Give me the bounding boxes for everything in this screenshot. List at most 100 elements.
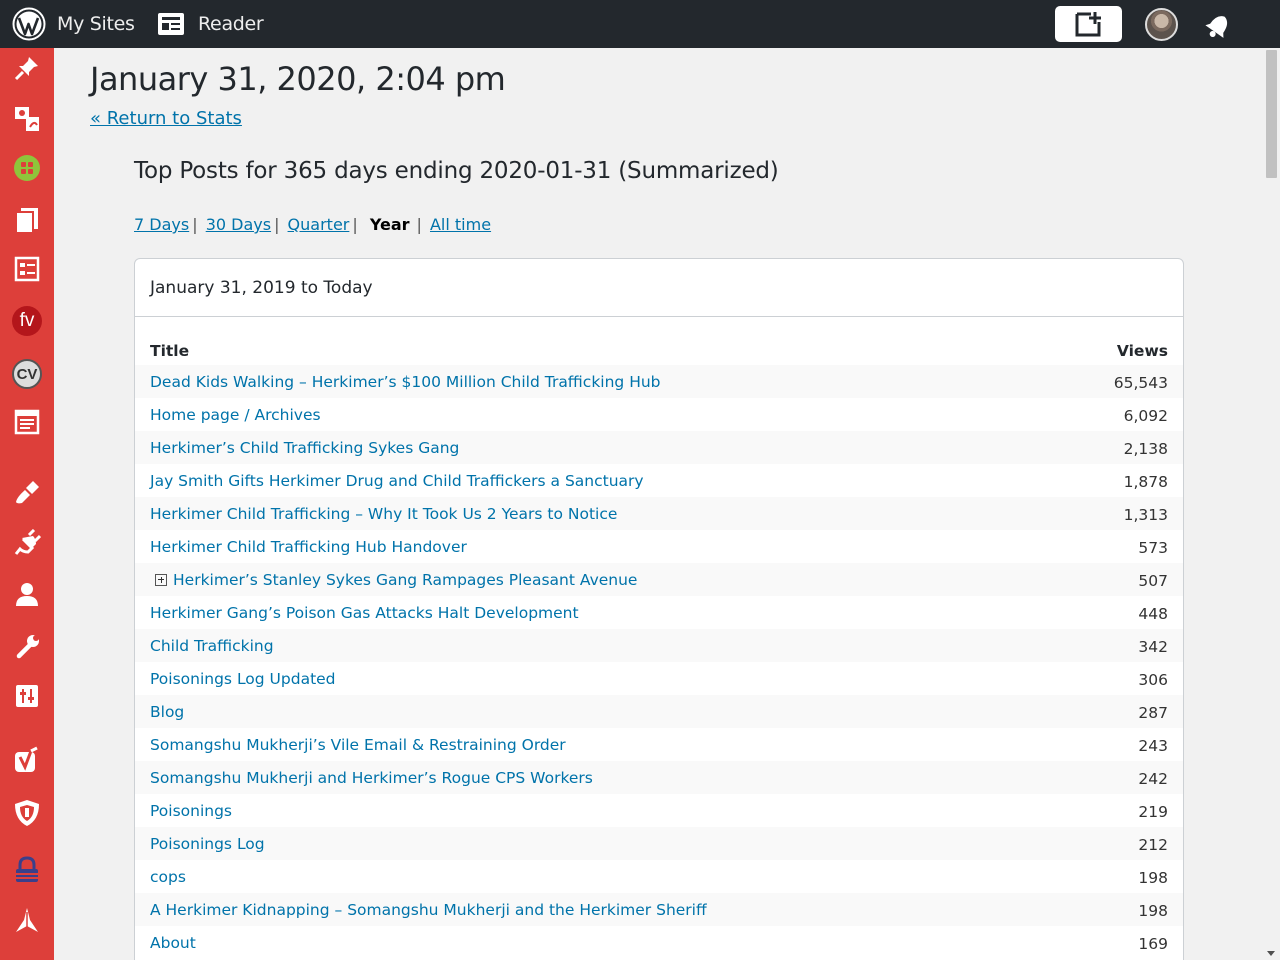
period-7-days-link[interactable]: 7 Days [134,215,189,234]
reader-link[interactable]: Reader [198,0,264,48]
post-title-link[interactable]: Blog [150,703,184,721]
post-title-link[interactable]: Herkimer Gang’s Poison Gas Attacks Halt … [150,604,579,622]
tools-menu-item[interactable] [0,626,54,666]
admin-bar: My Sites Reader [0,0,1280,48]
admin-sidebar: fv CV [0,48,54,960]
users-icon [16,583,38,606]
new-post-button[interactable] [1055,6,1122,42]
new-post-icon [1075,12,1101,37]
post-title-link[interactable]: Somangshu Mukherji’s Vile Email & Restra… [150,736,566,754]
main-content: January 31, 2020, 2:04 pm « Return to St… [54,48,1263,960]
post-views-cell: 306 [1138,670,1168,689]
period-separator: | [192,215,198,234]
collapse-menu-item[interactable] [0,900,54,940]
post-title-link[interactable]: Child Trafficking [150,637,274,655]
vertical-scrollbar[interactable] [1263,48,1280,960]
lock-menu-item[interactable] [0,850,54,890]
table-row: Somangshu Mukherji’s Vile Email & Restra… [135,728,1183,761]
feedback-icon [14,409,40,435]
post-views-cell: 1,313 [1051,497,1183,530]
forms-menu-item[interactable] [0,249,54,289]
notifications-bell-icon[interactable] [1203,9,1235,41]
fv-menu-item[interactable]: fv [0,301,54,341]
post-title-link[interactable]: Dead Kids Walking – Herkimer’s $100 Mill… [150,373,661,391]
post-views-cell: 243 [1138,736,1168,755]
wordpress-logo-icon[interactable] [12,7,46,41]
post-title-link[interactable]: Herkimer Child Trafficking Hub Handover [150,538,467,556]
post-title-link[interactable]: Herkimer Child Trafficking – Why It Took… [150,505,617,523]
expand-icon[interactable] [155,573,167,586]
grid-plugin-menu-item[interactable] [0,148,54,188]
feedback-menu-item[interactable] [0,402,54,442]
settings-icon [16,685,38,707]
post-title-link[interactable]: Home page / Archives [150,406,321,424]
posts-menu-item[interactable] [0,48,54,88]
table-row: Herkimer Gang’s Poison Gas Attacks Halt … [135,596,1183,629]
post-views-cell: 169 [1138,934,1168,953]
post-views-cell: 242 [1051,761,1183,794]
media-menu-item[interactable] [0,98,54,138]
post-title-link[interactable]: A Herkimer Kidnapping – Somangshu Mukher… [150,901,707,919]
post-title-cell: Somangshu Mukherji and Herkimer’s Rogue … [135,761,1052,794]
table-row: About 169 [135,926,1183,959]
post-title-link[interactable]: Herkimer’s Child Trafficking Sykes Gang [150,439,459,457]
post-views-cell: 573 [1138,538,1168,557]
post-title-link[interactable]: Somangshu Mukherji and Herkimer’s Rogue … [150,769,593,787]
post-views-cell: 342 [1051,629,1183,662]
post-title-link[interactable]: Poisonings Log Updated [150,670,336,688]
table-row: Poisonings Log 212 [135,827,1183,860]
security-shield-icon [15,800,39,826]
settings-menu-item[interactable] [0,676,54,716]
post-title-cell: Herkimer Gang’s Poison Gas Attacks Halt … [135,596,1051,629]
period-selector: 7 Days | 30 Days | Quarter | Year | All time [134,215,491,234]
post-title-cell: Jay Smith Gifts Herkimer Drug and Child … [135,464,1051,497]
table-row: Poisonings Log Updated 306 [135,662,1183,695]
post-title-link[interactable]: About [150,934,196,952]
post-title-cell: Herkimer Child Trafficking Hub Handover [135,530,1051,563]
avatar[interactable] [1145,8,1178,41]
scroll-down-arrow-icon[interactable] [1267,951,1275,956]
post-views-cell: 507 [1051,563,1183,596]
top-posts-table: Title Views Dead Kids Walking – Herkimer… [135,331,1183,959]
pages-menu-item[interactable] [0,200,54,240]
post-title-cell: Blog [135,695,1052,728]
post-title-cell: Poisonings [135,794,1051,827]
post-title-cell: Herkimer’s Stanley Sykes Gang Rampages P… [135,563,1052,596]
post-views-cell: 198 [1051,893,1183,926]
scrollbar-thumb[interactable] [1266,50,1277,178]
my-sites-link[interactable]: My Sites [57,0,135,48]
post-title-link[interactable]: cops [150,868,186,886]
cv-icon: CV [12,359,42,389]
reader-icon[interactable] [157,12,185,36]
table-row: A Herkimer Kidnapping – Somangshu Mukher… [135,893,1183,926]
period-30-days-link[interactable]: 30 Days [206,215,271,234]
table-row: cops 198 [135,860,1183,893]
period-all-time-link[interactable]: All time [430,215,491,234]
cv-menu-item[interactable]: CV [0,354,54,394]
post-title-link[interactable]: Herkimer’s Stanley Sykes Gang Rampages P… [173,571,637,589]
period-separator: | [416,215,422,234]
post-title-link[interactable]: Poisonings Log [150,835,265,853]
column-header-title: Title [150,341,190,360]
yoast-menu-item[interactable] [0,740,54,780]
post-title-cell: Herkimer’s Child Trafficking Sykes Gang [135,431,1052,464]
pin-icon [14,57,38,81]
plugins-menu-item[interactable] [0,523,54,563]
post-title-cell: Poisonings Log Updated [135,662,1051,695]
period-quarter-link[interactable]: Quarter [288,215,350,234]
appearance-menu-item[interactable] [0,471,54,511]
post-title-link[interactable]: Poisonings [150,802,232,820]
return-to-stats-link[interactable]: « Return to Stats [90,108,242,129]
cv-icon-label: CV [16,365,38,383]
postbox-header: January 31, 2019 to Today [135,259,1183,317]
users-menu-item[interactable] [0,574,54,614]
yoast-icon [15,746,38,772]
post-title-link[interactable]: Jay Smith Gifts Herkimer Drug and Child … [150,472,644,490]
section-title: Top Posts for 365 days ending 2020-01-31… [134,158,779,184]
post-title-cell: A Herkimer Kidnapping – Somangshu Mukher… [135,893,1052,926]
period-year-current: Year [369,215,410,234]
forms-icon [14,256,40,282]
media-icon [15,107,39,131]
post-title-cell: Somangshu Mukherji’s Vile Email & Restra… [135,728,1051,761]
security-menu-item[interactable] [0,793,54,833]
